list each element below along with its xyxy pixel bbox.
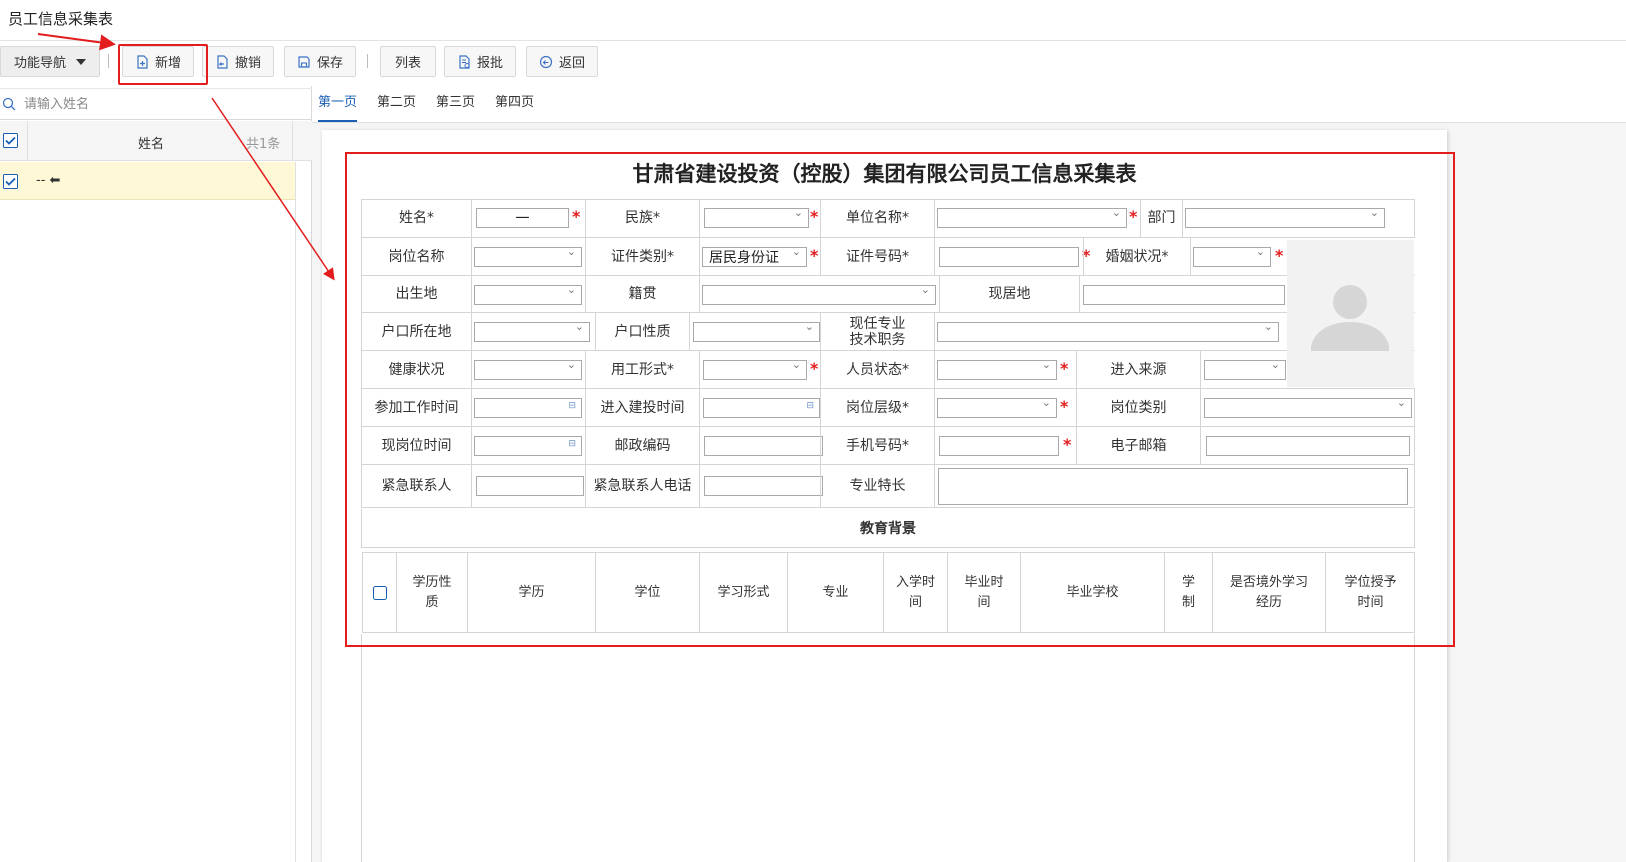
- select-all-checkbox[interactable]: [3, 133, 18, 148]
- function-nav-label: 功能导航: [13, 56, 66, 71]
- app-title: 员工信息采集表: [8, 10, 114, 28]
- undo-icon: [217, 54, 228, 69]
- function-nav-button[interactable]: 功能导航: [0, 46, 100, 77]
- approve-button-label: 报批: [476, 56, 503, 71]
- name-column-header: 姓名: [138, 137, 165, 152]
- search-input[interactable]: [24, 96, 284, 112]
- undo-button[interactable]: 撤销: [202, 46, 274, 77]
- back-button[interactable]: 返回: [526, 46, 598, 77]
- record-count: 共1条: [246, 137, 281, 152]
- save-button-label: 保存: [316, 56, 343, 71]
- header-divider: [27, 121, 28, 161]
- header-divider: [292, 121, 293, 161]
- toolbar: 功能导航 新增 撤销 保存 列表 报批 返回: [0, 46, 1626, 78]
- tab-page-3[interactable]: 第三页: [436, 92, 475, 122]
- search-icon: [2, 97, 16, 111]
- toolbar-separator: [367, 54, 368, 68]
- approve-icon: [459, 54, 470, 69]
- caret-down-icon: [76, 58, 86, 65]
- approve-button[interactable]: 报批: [444, 46, 516, 77]
- tab-page-1[interactable]: 第一页: [318, 92, 358, 122]
- row-checkbox[interactable]: [3, 174, 18, 189]
- undo-button-label: 撤销: [234, 56, 261, 71]
- employee-list-panel: 姓名 共1条 -- ⬅: [0, 86, 312, 862]
- add-button-highlight: [118, 44, 208, 85]
- save-icon: [298, 55, 310, 68]
- list-header: 姓名 共1条: [0, 121, 312, 161]
- list-button-label: 列表: [394, 56, 421, 71]
- list-button[interactable]: 列表: [380, 46, 436, 77]
- tab-page-2[interactable]: 第二页: [377, 92, 416, 122]
- row-name: -- ⬅: [36, 173, 61, 188]
- form-highlight-frame: [345, 152, 1455, 647]
- toolbar-separator: [108, 54, 109, 68]
- back-icon: [539, 55, 553, 68]
- save-button[interactable]: 保存: [284, 46, 356, 77]
- title-divider: [0, 40, 1626, 41]
- list-item[interactable]: -- ⬅: [0, 162, 295, 200]
- search-bar: [0, 88, 312, 120]
- page-tabs: 第一页 第二页 第三页 第四页: [318, 92, 554, 122]
- list-scrollbar[interactable]: [295, 162, 311, 862]
- arrow-to-add-button: [37, 33, 116, 51]
- education-table-body: [361, 634, 1415, 862]
- tab-page-4[interactable]: 第四页: [495, 92, 534, 122]
- back-button-label: 返回: [558, 56, 585, 71]
